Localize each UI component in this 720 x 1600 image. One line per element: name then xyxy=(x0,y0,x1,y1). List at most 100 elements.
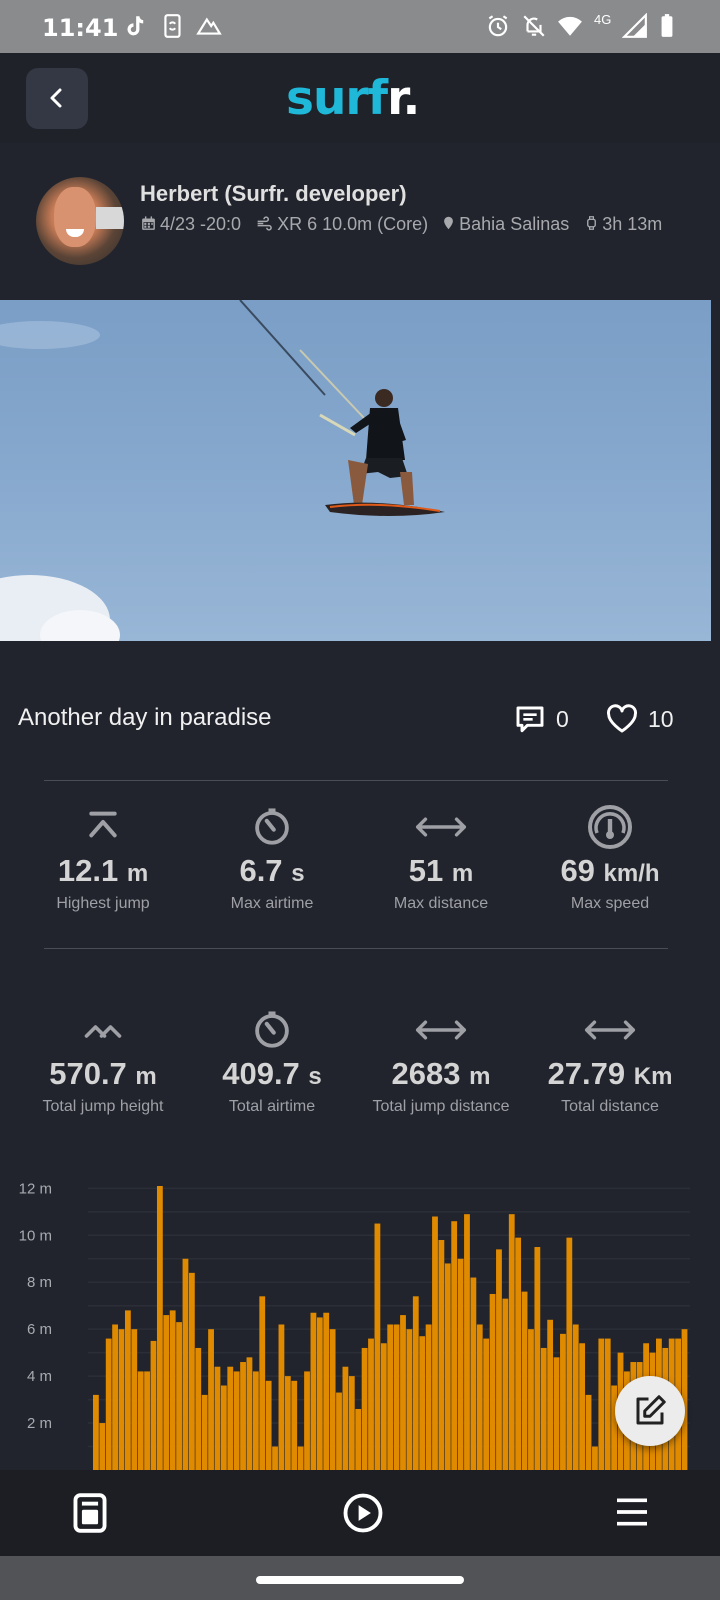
chart-bar[interactable] xyxy=(265,1380,272,1470)
chart-bar[interactable] xyxy=(316,1317,323,1470)
chart-bar[interactable] xyxy=(553,1357,560,1470)
stat-value: 51 xyxy=(408,853,444,888)
chart-bar[interactable] xyxy=(124,1310,131,1470)
chart-bar[interactable] xyxy=(182,1258,189,1470)
chart-bar[interactable] xyxy=(227,1366,234,1470)
chart-bar[interactable] xyxy=(361,1347,368,1470)
chart-bar[interactable] xyxy=(93,1394,99,1470)
chart-bar[interactable] xyxy=(572,1324,579,1470)
chart-bar[interactable] xyxy=(444,1263,451,1470)
chart-bar[interactable] xyxy=(470,1277,477,1470)
chevron-left-icon xyxy=(50,88,62,108)
avatar[interactable] xyxy=(36,177,124,265)
chart-bar[interactable] xyxy=(329,1329,336,1470)
chart-bar[interactable] xyxy=(201,1394,208,1470)
chart-bar[interactable] xyxy=(515,1237,522,1470)
chart-bar[interactable] xyxy=(208,1329,214,1470)
chart-bar[interactable] xyxy=(336,1392,342,1470)
session-photo[interactable] xyxy=(0,300,711,641)
chart-bar[interactable] xyxy=(284,1376,291,1470)
chart-bar[interactable] xyxy=(380,1343,387,1470)
chart-bar[interactable] xyxy=(310,1312,317,1470)
chart-bar[interactable] xyxy=(451,1221,458,1470)
chart-bar[interactable] xyxy=(368,1338,374,1470)
chart-bar[interactable] xyxy=(604,1338,611,1470)
chart-bar[interactable] xyxy=(502,1298,509,1470)
chart-bar[interactable] xyxy=(240,1362,246,1470)
chart-bar[interactable] xyxy=(355,1408,362,1470)
comment-icon[interactable] xyxy=(514,704,546,736)
chart-bar[interactable] xyxy=(521,1291,528,1470)
nav-menu-icon[interactable] xyxy=(612,1492,652,1532)
stat-unit: Km xyxy=(633,1063,673,1090)
chart-bar[interactable] xyxy=(566,1237,573,1470)
heart-icon[interactable] xyxy=(606,704,638,734)
home-indicator[interactable] xyxy=(256,1576,464,1584)
chart-bar[interactable] xyxy=(540,1347,547,1470)
chart-bar[interactable] xyxy=(393,1324,400,1470)
chart-bar[interactable] xyxy=(489,1293,496,1470)
chart-bar[interactable] xyxy=(592,1446,598,1470)
chart-bar[interactable] xyxy=(291,1380,298,1470)
chart-bar[interactable] xyxy=(220,1385,227,1470)
chart-bar[interactable] xyxy=(598,1338,605,1470)
stat-total-distance: 27.79 Km Total distance xyxy=(525,1008,695,1116)
chart-bar[interactable] xyxy=(272,1446,278,1470)
chart-bar[interactable] xyxy=(412,1296,419,1470)
chart-bar[interactable] xyxy=(176,1322,182,1470)
chart-bar[interactable] xyxy=(483,1338,490,1470)
chart-bar[interactable] xyxy=(150,1340,157,1470)
stat-max-speed: 69 km/h Max speed xyxy=(525,805,695,913)
chart-bar[interactable] xyxy=(547,1319,554,1470)
chart-bar[interactable] xyxy=(419,1336,426,1470)
edit-button[interactable] xyxy=(615,1376,685,1446)
chart-bar[interactable] xyxy=(387,1324,394,1470)
chart-bar[interactable] xyxy=(342,1366,349,1470)
chart-bar[interactable] xyxy=(118,1329,125,1470)
chart-bar[interactable] xyxy=(374,1223,381,1470)
chart-bar[interactable] xyxy=(252,1371,259,1470)
chart-bar[interactable] xyxy=(297,1446,304,1470)
chart-bar[interactable] xyxy=(438,1239,445,1470)
chart-bar[interactable] xyxy=(105,1338,112,1470)
chart-bar[interactable] xyxy=(348,1376,355,1470)
nav-play-icon[interactable] xyxy=(342,1492,384,1534)
chart-bar[interactable] xyxy=(432,1216,438,1470)
chart-bar[interactable] xyxy=(585,1394,592,1470)
chart-bar[interactable] xyxy=(425,1324,432,1470)
chart-bar[interactable] xyxy=(560,1333,566,1470)
chart-bar[interactable] xyxy=(112,1324,118,1470)
chart-bar[interactable] xyxy=(163,1315,170,1470)
chart-bar[interactable] xyxy=(579,1343,586,1470)
chart-bar[interactable] xyxy=(214,1366,221,1470)
comment-count[interactable]: 0 xyxy=(556,706,569,733)
chart-bar[interactable] xyxy=(457,1258,464,1470)
chart-bar[interactable] xyxy=(496,1249,502,1470)
user-name[interactable]: Herbert (Surfr. developer) xyxy=(140,181,407,207)
chart-bar[interactable] xyxy=(169,1310,176,1470)
chart-bar[interactable] xyxy=(534,1247,541,1470)
distance-arrows-icon xyxy=(584,1020,636,1040)
chart-bar[interactable] xyxy=(195,1347,202,1470)
chart-bar[interactable] xyxy=(156,1186,163,1470)
chart-bar[interactable] xyxy=(233,1371,240,1470)
chart-bar[interactable] xyxy=(246,1357,253,1470)
chart-bar[interactable] xyxy=(464,1214,470,1470)
chart-bar[interactable] xyxy=(304,1371,310,1470)
chart-bar[interactable] xyxy=(400,1315,406,1470)
nav-sessions-icon[interactable] xyxy=(70,1492,110,1534)
chart-bar[interactable] xyxy=(508,1214,515,1470)
chart-bar[interactable] xyxy=(137,1371,144,1470)
chart-bar[interactable] xyxy=(278,1324,285,1470)
like-count[interactable]: 10 xyxy=(648,706,674,733)
chart-bar[interactable] xyxy=(259,1296,266,1470)
chart-bar[interactable] xyxy=(131,1329,138,1470)
chart-bar[interactable] xyxy=(144,1371,150,1470)
chart-bar[interactable] xyxy=(476,1324,483,1470)
chart-bar[interactable] xyxy=(188,1272,195,1470)
chart-bar[interactable] xyxy=(323,1312,330,1470)
chart-bar[interactable] xyxy=(99,1423,106,1470)
chart-bar[interactable] xyxy=(528,1329,534,1470)
back-button[interactable] xyxy=(26,68,88,129)
chart-bar[interactable] xyxy=(406,1329,413,1470)
